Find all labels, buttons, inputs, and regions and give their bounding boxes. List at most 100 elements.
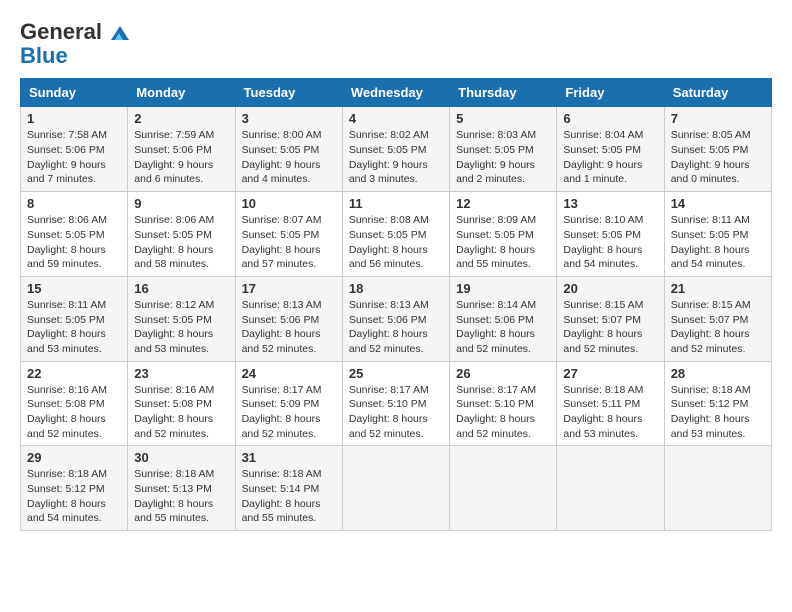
col-friday: Friday	[557, 79, 664, 107]
day-number: 31	[242, 450, 336, 465]
day-number: 8	[27, 196, 121, 211]
day-info: Sunrise: 7:59 AMSunset: 5:06 PMDaylight:…	[134, 128, 228, 187]
day-number: 4	[349, 111, 443, 126]
day-info: Sunrise: 8:15 AMSunset: 5:07 PMDaylight:…	[671, 298, 765, 357]
table-row: 13 Sunrise: 8:10 AMSunset: 5:05 PMDayligh…	[557, 192, 664, 277]
table-row: 17 Sunrise: 8:13 AMSunset: 5:06 PMDayligh…	[235, 276, 342, 361]
calendar-row: 1Sunrise: 7:58 AMSunset: 5:06 PMDaylight…	[21, 107, 772, 192]
table-row: 18 Sunrise: 8:13 AMSunset: 5:06 PMDayligh…	[342, 276, 449, 361]
logo-text-blue: Blue	[20, 44, 131, 68]
table-row: 20 Sunrise: 8:15 AMSunset: 5:07 PMDayligh…	[557, 276, 664, 361]
day-info: Sunrise: 8:08 AMSunset: 5:05 PMDaylight:…	[349, 213, 443, 272]
table-row: 26 Sunrise: 8:17 AMSunset: 5:10 PMDayligh…	[450, 361, 557, 446]
table-row: 10Sunrise: 8:07 AMSunset: 5:05 PMDayligh…	[235, 192, 342, 277]
page-header: General Blue	[20, 20, 772, 68]
table-row	[450, 446, 557, 531]
day-number: 12	[456, 196, 550, 211]
col-wednesday: Wednesday	[342, 79, 449, 107]
day-number: 28	[671, 366, 765, 381]
table-row	[557, 446, 664, 531]
calendar-row: 15 Sunrise: 8:11 AMSunset: 5:05 PMDayligh…	[21, 276, 772, 361]
day-number: 26	[456, 366, 550, 381]
day-info: Sunrise: 8:15 AMSunset: 5:07 PMDaylight:…	[563, 298, 657, 357]
table-row: 4 Sunrise: 8:02 AMSunset: 5:05 PMDaylight…	[342, 107, 449, 192]
day-info: Sunrise: 8:13 AMSunset: 5:06 PMDaylight:…	[242, 298, 336, 357]
table-row: 24Sunrise: 8:17 AMSunset: 5:09 PMDayligh…	[235, 361, 342, 446]
header-row: Sunday Monday Tuesday Wednesday Thursday…	[21, 79, 772, 107]
day-number: 22	[27, 366, 121, 381]
col-thursday: Thursday	[450, 79, 557, 107]
day-number: 3	[242, 111, 336, 126]
day-info: Sunrise: 8:18 AMSunset: 5:11 PMDaylight:…	[563, 383, 657, 442]
day-info: Sunrise: 8:10 AMSunset: 5:05 PMDaylight:…	[563, 213, 657, 272]
day-number: 29	[27, 450, 121, 465]
day-number: 2	[134, 111, 228, 126]
day-info: Sunrise: 8:18 AMSunset: 5:12 PMDaylight:…	[671, 383, 765, 442]
table-row: 16 Sunrise: 8:12 AMSunset: 5:05 PMDayligh…	[128, 276, 235, 361]
calendar-table: Sunday Monday Tuesday Wednesday Thursday…	[20, 78, 772, 531]
table-row	[664, 446, 771, 531]
table-row	[342, 446, 449, 531]
table-row: 27 Sunrise: 8:18 AMSunset: 5:11 PMDayligh…	[557, 361, 664, 446]
table-row: 2 Sunrise: 7:59 AMSunset: 5:06 PMDaylight…	[128, 107, 235, 192]
table-row: 22 Sunrise: 8:16 AMSunset: 5:08 PMDayligh…	[21, 361, 128, 446]
table-row: 19 Sunrise: 8:14 AMSunset: 5:06 PMDayligh…	[450, 276, 557, 361]
table-row: 21 Sunrise: 8:15 AMSunset: 5:07 PMDayligh…	[664, 276, 771, 361]
col-tuesday: Tuesday	[235, 79, 342, 107]
col-saturday: Saturday	[664, 79, 771, 107]
day-info: Sunrise: 8:17 AMSunset: 5:09 PMDaylight:…	[242, 383, 336, 442]
day-info: Sunrise: 8:16 AMSunset: 5:08 PMDaylight:…	[27, 383, 121, 442]
day-info: Sunrise: 8:18 AMSunset: 5:12 PMDaylight:…	[27, 467, 121, 526]
table-row: 11 Sunrise: 8:08 AMSunset: 5:05 PMDayligh…	[342, 192, 449, 277]
day-number: 14	[671, 196, 765, 211]
day-number: 7	[671, 111, 765, 126]
day-number: 23	[134, 366, 228, 381]
logo-icon	[109, 24, 131, 42]
day-info: Sunrise: 8:18 AMSunset: 5:14 PMDaylight:…	[242, 467, 336, 526]
table-row: 8 Sunrise: 8:06 AMSunset: 5:05 PMDaylight…	[21, 192, 128, 277]
day-info: Sunrise: 8:05 AMSunset: 5:05 PMDaylight:…	[671, 128, 765, 187]
day-info: Sunrise: 8:09 AMSunset: 5:05 PMDaylight:…	[456, 213, 550, 272]
day-number: 30	[134, 450, 228, 465]
day-info: Sunrise: 8:02 AMSunset: 5:05 PMDaylight:…	[349, 128, 443, 187]
day-number: 19	[456, 281, 550, 296]
logo: General Blue	[20, 20, 131, 68]
day-info: Sunrise: 8:07 AMSunset: 5:05 PMDaylight:…	[242, 213, 336, 272]
day-info: Sunrise: 8:13 AMSunset: 5:06 PMDaylight:…	[349, 298, 443, 357]
table-row: 3Sunrise: 8:00 AMSunset: 5:05 PMDaylight…	[235, 107, 342, 192]
day-number: 1	[27, 111, 121, 126]
day-info: Sunrise: 8:12 AMSunset: 5:05 PMDaylight:…	[134, 298, 228, 357]
day-number: 15	[27, 281, 121, 296]
day-info: Sunrise: 8:06 AMSunset: 5:05 PMDaylight:…	[27, 213, 121, 272]
table-row: 5Sunrise: 8:03 AMSunset: 5:05 PMDaylight…	[450, 107, 557, 192]
table-row: 12 Sunrise: 8:09 AMSunset: 5:05 PMDayligh…	[450, 192, 557, 277]
day-number: 13	[563, 196, 657, 211]
day-number: 6	[563, 111, 657, 126]
day-number: 20	[563, 281, 657, 296]
table-row: 7 Sunrise: 8:05 AMSunset: 5:05 PMDaylight…	[664, 107, 771, 192]
calendar-row: 29 Sunrise: 8:18 AMSunset: 5:12 PMDayligh…	[21, 446, 772, 531]
day-info: Sunrise: 8:17 AMSunset: 5:10 PMDaylight:…	[349, 383, 443, 442]
day-info: Sunrise: 8:03 AMSunset: 5:05 PMDaylight:…	[456, 128, 550, 187]
table-row: 9 Sunrise: 8:06 AMSunset: 5:05 PMDaylight…	[128, 192, 235, 277]
day-info: Sunrise: 8:14 AMSunset: 5:06 PMDaylight:…	[456, 298, 550, 357]
calendar-row: 8 Sunrise: 8:06 AMSunset: 5:05 PMDaylight…	[21, 192, 772, 277]
day-info: Sunrise: 8:11 AMSunset: 5:05 PMDaylight:…	[671, 213, 765, 272]
day-info: Sunrise: 8:11 AMSunset: 5:05 PMDaylight:…	[27, 298, 121, 357]
day-info: Sunrise: 8:06 AMSunset: 5:05 PMDaylight:…	[134, 213, 228, 272]
day-number: 17	[242, 281, 336, 296]
day-number: 18	[349, 281, 443, 296]
table-row: 25Sunrise: 8:17 AMSunset: 5:10 PMDayligh…	[342, 361, 449, 446]
table-row: 30 Sunrise: 8:18 AMSunset: 5:13 PMDayligh…	[128, 446, 235, 531]
table-row: 14 Sunrise: 8:11 AMSunset: 5:05 PMDayligh…	[664, 192, 771, 277]
day-number: 21	[671, 281, 765, 296]
day-info: Sunrise: 8:18 AMSunset: 5:13 PMDaylight:…	[134, 467, 228, 526]
day-number: 11	[349, 196, 443, 211]
logo-text-general: General	[20, 19, 102, 44]
day-number: 9	[134, 196, 228, 211]
day-number: 16	[134, 281, 228, 296]
table-row: 6Sunrise: 8:04 AMSunset: 5:05 PMDaylight…	[557, 107, 664, 192]
day-info: Sunrise: 8:17 AMSunset: 5:10 PMDaylight:…	[456, 383, 550, 442]
day-number: 27	[563, 366, 657, 381]
day-info: Sunrise: 8:16 AMSunset: 5:08 PMDaylight:…	[134, 383, 228, 442]
